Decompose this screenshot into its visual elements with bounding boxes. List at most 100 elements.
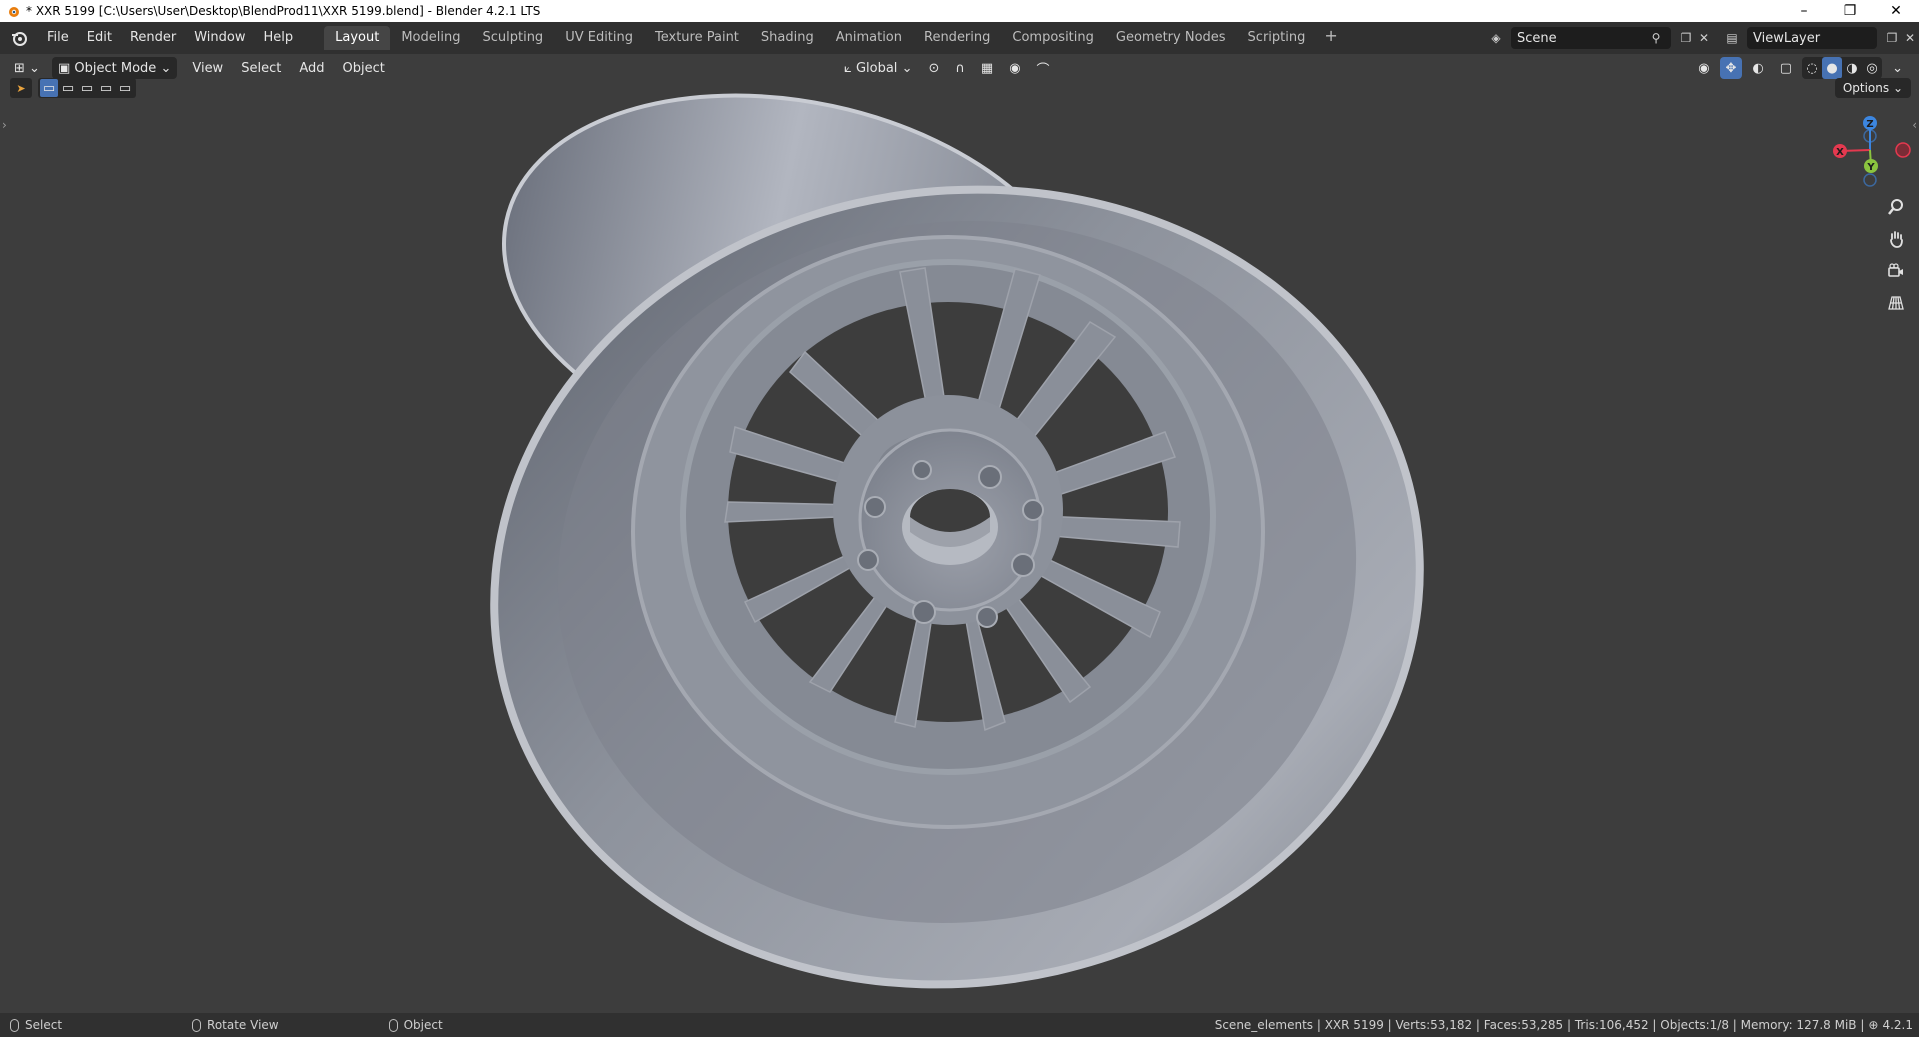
scene-icon[interactable]: ◈ [1487,29,1505,47]
snap-target-button[interactable]: ▦ [975,57,999,79]
viewport-header-center: ⟀ Global ⌄ ⊙ ∩ ▦ ◉ ⌒ [838,57,1056,79]
restore-button[interactable]: ❐ [1827,0,1873,22]
scene-statistics: Scene_elements | XXR 5199 | Verts:53,182… [1215,1013,1913,1037]
status-rotate-view: Rotate View [192,1018,279,1032]
select-intersect-icon[interactable]: ▭ [116,79,134,97]
mode-selector[interactable]: ▣ Object Mode ⌄ [51,57,178,79]
cursor-arrow-icon: ➤ [16,81,26,95]
object-mode-icon: ▣ [57,60,71,76]
wireframe-shading-icon[interactable]: ◌ [1802,57,1822,79]
menu-render[interactable]: Render [121,26,185,50]
overlay-icon: ◐ [1752,60,1764,76]
pan-hand-icon[interactable] [1884,227,1908,251]
tab-modeling[interactable]: Modeling [390,26,471,50]
new-view-layer-icon[interactable]: ❐ [1883,29,1901,47]
eye-icon: ◉ [1698,60,1710,76]
falloff-button[interactable]: ⌒ [1031,57,1056,79]
add-workspace-button[interactable]: + [1316,26,1345,50]
chevron-down-icon: ⌄ [1892,60,1903,76]
pivot-point-button[interactable]: ⊙ [922,57,945,79]
proportional-edit-toggle[interactable]: ◉ [1003,57,1026,79]
wheel-3d-model[interactable] [470,92,1450,1012]
solid-shading-icon[interactable]: ● [1822,57,1843,79]
topbar-right: ◈ Scene ⚲ ❐ ✕ ▤ ViewLayer ❐ ✕ [1487,26,1919,50]
gizmo-toggle[interactable]: ✥ [1719,57,1743,79]
tab-shading[interactable]: Shading [750,26,825,50]
blender-logo-icon[interactable] [6,25,32,51]
menu-object[interactable]: Object [333,61,393,76]
chevron-down-icon: ⌄ [901,60,913,76]
mouse-middle-icon [192,1018,202,1032]
tab-texture-paint[interactable]: Texture Paint [644,26,750,50]
select-tool-button[interactable]: ➤ [10,78,32,98]
scene-selector[interactable]: Scene ⚲ [1511,27,1671,49]
shading-options-button[interactable]: ⌄ [1886,57,1909,79]
zoom-icon[interactable] [1884,195,1908,219]
status-object: Object [388,1018,443,1032]
status-bar: Select Rotate View Object Scene_elements… [0,1013,1919,1037]
select-extend-icon[interactable]: ▭ [59,79,77,97]
menu-help[interactable]: Help [255,26,303,50]
options-label: Options [1842,81,1890,95]
navigation-gizmo[interactable]: Z X Y [1810,112,1919,192]
tab-rendering[interactable]: Rendering [913,26,1001,50]
status-rotate-label: Rotate View [207,1018,279,1032]
viewport-header: ⊞ ⌄ ▣ Object Mode ⌄ View Select Add Obje… [0,54,1919,82]
select-set-icon[interactable]: ▭ [40,79,58,97]
menu-file[interactable]: File [38,26,78,50]
blender-app-icon [9,7,19,17]
editor-type-button[interactable]: ⊞ ⌄ [8,57,46,79]
select-invert-icon[interactable]: ▭ [97,79,115,97]
tab-compositing[interactable]: Compositing [1001,26,1105,50]
toolbar-expand-arrow[interactable]: › [2,118,7,132]
options-dropdown[interactable]: Options ⌄ [1834,78,1911,98]
snap-toggle[interactable]: ∩ [949,57,971,79]
gizmo-y-label: Y [1866,162,1875,173]
tool-settings-row: ➤ ▭ ▭ ▭ ▭ ▭ [10,78,136,98]
orientation-icon: ⟀ [844,60,852,76]
tab-scripting[interactable]: Scripting [1237,26,1317,50]
xray-toggle[interactable]: ▢ [1774,57,1798,79]
gizmo-x-label: X [1836,147,1844,158]
tab-layout[interactable]: Layout [324,26,391,50]
statistics-text: Scene_elements | XXR 5199 | Verts:53,182… [1214,1018,1865,1032]
mode-label: Object Mode [74,60,157,76]
new-scene-icon[interactable]: ❐ [1677,29,1695,47]
tab-uv-editing[interactable]: UV Editing [554,26,644,50]
remove-scene-icon[interactable]: ✕ [1695,29,1713,47]
menu-window[interactable]: Window [185,26,254,50]
transform-orientation-selector[interactable]: ⟀ Global ⌄ [838,57,918,79]
tab-animation[interactable]: Animation [825,26,913,50]
xray-icon: ▢ [1779,60,1793,76]
menu-select[interactable]: Select [232,61,290,76]
remove-view-layer-icon[interactable]: ✕ [1901,29,1919,47]
camera-view-icon[interactable] [1884,259,1908,283]
rendered-shading-icon[interactable]: ◎ [1862,57,1882,79]
tab-sculpting[interactable]: Sculpting [471,26,554,50]
view-layer-icon[interactable]: ▤ [1723,29,1741,47]
status-select-label: Select [25,1018,63,1032]
mouse-left-icon [10,1018,19,1032]
version-label: 4.2.1 [1882,1018,1913,1032]
perspective-grid-icon[interactable] [1884,291,1908,315]
menu-view[interactable]: View [183,61,232,76]
visibility-button[interactable]: ◉ [1692,57,1715,79]
network-icon: ⊕ [1868,1018,1879,1032]
scene-name: Scene [1517,30,1557,46]
tab-geometry-nodes[interactable]: Geometry Nodes [1105,26,1237,50]
pivot-icon: ⊙ [928,60,940,76]
pin-icon[interactable]: ⚲ [1647,29,1665,47]
overlay-toggle[interactable]: ◐ [1746,57,1769,79]
chevron-down-icon: ⌄ [160,60,172,76]
workspace-tabs: Layout Modeling Sculpting UV Editing Tex… [324,26,1346,50]
menu-edit[interactable]: Edit [78,26,121,50]
shading-modes: ◌ ● ◑ ◎ [1802,57,1883,79]
minimize-button[interactable]: – [1781,0,1827,22]
status-select: Select [10,1018,62,1032]
close-button[interactable]: ✕ [1873,0,1919,22]
menu-add[interactable]: Add [290,61,333,76]
select-subtract-icon[interactable]: ▭ [78,79,96,97]
view-layer-selector[interactable]: ViewLayer [1747,27,1877,49]
chevron-down-icon: ⌄ [29,60,40,76]
material-shading-icon[interactable]: ◑ [1842,57,1862,79]
